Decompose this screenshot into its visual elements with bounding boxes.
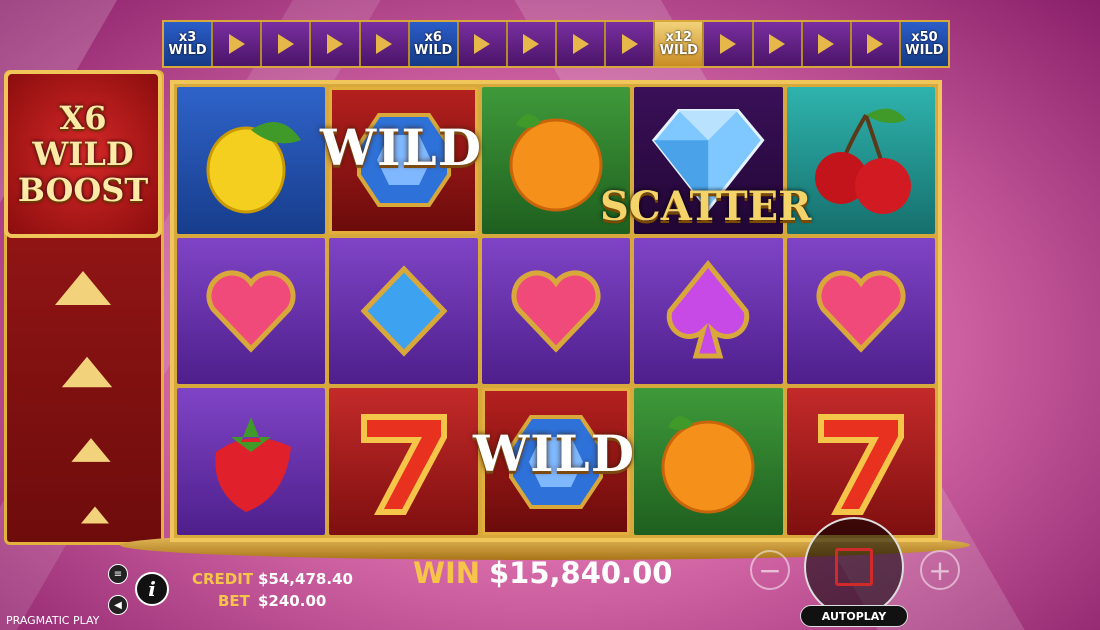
multiplier-x50: x50 WILD: [900, 22, 948, 66]
bet-value: $240.00: [258, 592, 327, 610]
track-arrow-icon: [572, 34, 589, 54]
autoplay-button[interactable]: AUTOPLAY: [800, 605, 908, 627]
diamond-suit-icon: [360, 265, 448, 357]
multiplier-x3-label: x3 WILD: [168, 30, 207, 58]
symbol-diamond-suit: [329, 237, 478, 385]
heart-icon: [816, 270, 906, 353]
track-arrow-icon: [523, 34, 540, 54]
sound-button[interactable]: ◀: [108, 595, 128, 615]
track-step: [704, 22, 754, 66]
bet-label: BET: [218, 592, 250, 610]
info-button[interactable]: i: [135, 572, 169, 606]
track-step: [507, 22, 557, 66]
spade-icon: [667, 260, 750, 359]
symbol-strawberry: [177, 388, 326, 535]
symbol-seven: [786, 388, 935, 535]
multiplier-x6-label: x6 WILD: [414, 30, 453, 58]
scatter-label: SCATTER: [600, 183, 812, 230]
seven-icon: [360, 413, 447, 515]
track-arrow-icon: [867, 34, 884, 54]
track-step: [360, 22, 410, 66]
wild-boost-badge: X6 WILD BOOST: [4, 70, 162, 238]
symbol-lemon: [177, 87, 326, 234]
up-arrow-icon: [61, 356, 113, 388]
cherries-icon: [814, 108, 911, 215]
track-arrow-icon: [621, 34, 638, 54]
seven-icon: [817, 413, 904, 515]
bet-plus-button[interactable]: +: [920, 550, 960, 590]
strawberry-icon: [215, 416, 292, 512]
multiplier-x3: x3 WILD: [164, 22, 214, 66]
track-arrow-icon: [474, 34, 491, 54]
lemon-icon: [206, 122, 302, 214]
up-arrow-icon: [71, 438, 111, 462]
symbol-heart: [481, 237, 631, 385]
track-step: [753, 22, 803, 66]
symbol-orange: [634, 388, 783, 535]
track-arrow-icon: [719, 34, 736, 54]
symbol-seven: [329, 388, 478, 535]
multiplier-track: x3 WILD x6 WILD x12 WILD x50 WILD: [162, 20, 950, 68]
orange-icon: [509, 114, 603, 212]
spin-button[interactable]: [804, 517, 904, 617]
up-arrow-icon: [55, 271, 111, 305]
multiplier-x12-label: x12 WILD: [659, 30, 698, 58]
track-arrow-icon: [818, 34, 835, 54]
autoplay-label: AUTOPLAY: [821, 609, 887, 623]
heart-icon: [206, 270, 296, 353]
track-arrow-icon: [326, 34, 343, 54]
symbol-spade: [634, 237, 783, 385]
track-step: [311, 22, 361, 66]
credit-label: CREDIT: [192, 570, 254, 588]
symbol-heart: [177, 237, 326, 385]
stop-icon: [835, 548, 873, 586]
bet-minus-button[interactable]: −: [750, 550, 790, 590]
multiplier-x12: x12 WILD: [655, 22, 705, 66]
win-label: WIN: [413, 556, 481, 590]
orange-icon: [661, 415, 755, 514]
menu-button[interactable]: ≡: [108, 564, 128, 584]
track-step: [606, 22, 656, 66]
boost-multiplier: X6: [59, 99, 107, 137]
track-arrow-icon: [228, 34, 245, 54]
multiplier-x50-label: x50 WILD: [905, 30, 944, 58]
credit-value: $54,478.40: [258, 570, 353, 588]
track-step: [262, 22, 312, 66]
track-arrow-icon: [769, 34, 786, 54]
track-arrow-icon: [376, 34, 393, 54]
brand-logo: PRAGMATIC PLAY: [6, 614, 100, 627]
symbol-heart: [786, 237, 935, 385]
boost-wild: WILD: [32, 135, 134, 173]
multiplier-x6: x6 WILD: [409, 22, 459, 66]
track-step: [557, 22, 607, 66]
wild-label-top: WILD: [320, 118, 483, 177]
track-step: [802, 22, 852, 66]
win-value: $15,840.00: [489, 556, 673, 590]
track-step: [851, 22, 901, 66]
track-step: [213, 22, 263, 66]
wild-label-bottom: WILD: [473, 424, 636, 483]
track-arrow-icon: [277, 34, 294, 54]
track-step: [458, 22, 508, 66]
up-arrow-icon: [81, 506, 109, 524]
boost-label: BOOST: [17, 171, 149, 209]
heart-icon: [511, 270, 601, 353]
